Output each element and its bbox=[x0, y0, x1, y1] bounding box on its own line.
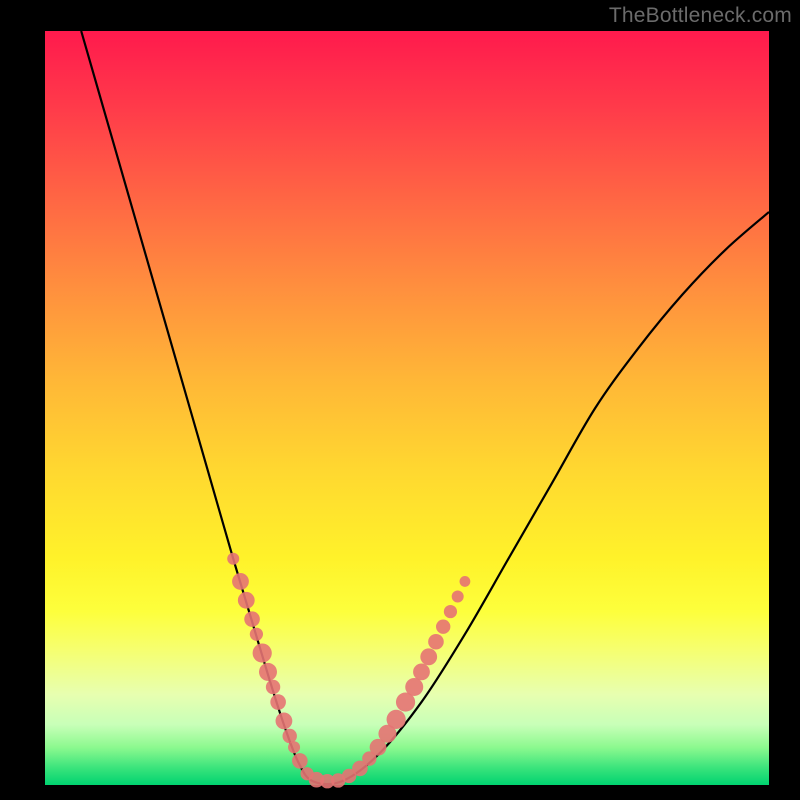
marker-dot bbox=[238, 592, 255, 609]
watermark-text: TheBottleneck.com bbox=[609, 4, 792, 28]
marker-dot bbox=[253, 643, 272, 662]
marker-dot bbox=[276, 713, 293, 730]
marker-dot bbox=[460, 576, 471, 587]
marker-dot bbox=[387, 710, 406, 729]
marker-dot bbox=[232, 573, 249, 590]
marker-dot bbox=[244, 611, 260, 627]
plot-area bbox=[45, 31, 769, 785]
marker-dot bbox=[283, 729, 297, 743]
marker-dot bbox=[428, 634, 444, 650]
marker-dot bbox=[227, 553, 239, 565]
marker-dot bbox=[259, 663, 277, 681]
marker-dot bbox=[270, 694, 286, 710]
marker-dot bbox=[436, 619, 450, 633]
marker-dot bbox=[413, 664, 430, 681]
marker-dot bbox=[288, 741, 300, 753]
highlight-dots bbox=[227, 553, 470, 789]
marker-dot bbox=[444, 605, 457, 618]
marker-dot bbox=[250, 628, 263, 641]
marker-dot bbox=[266, 680, 280, 694]
marker-dot bbox=[292, 753, 308, 769]
curve-layer bbox=[45, 31, 769, 785]
marker-dot bbox=[405, 678, 423, 696]
chart-frame: TheBottleneck.com bbox=[0, 0, 800, 800]
marker-dot bbox=[420, 648, 437, 665]
marker-dot bbox=[452, 591, 464, 603]
